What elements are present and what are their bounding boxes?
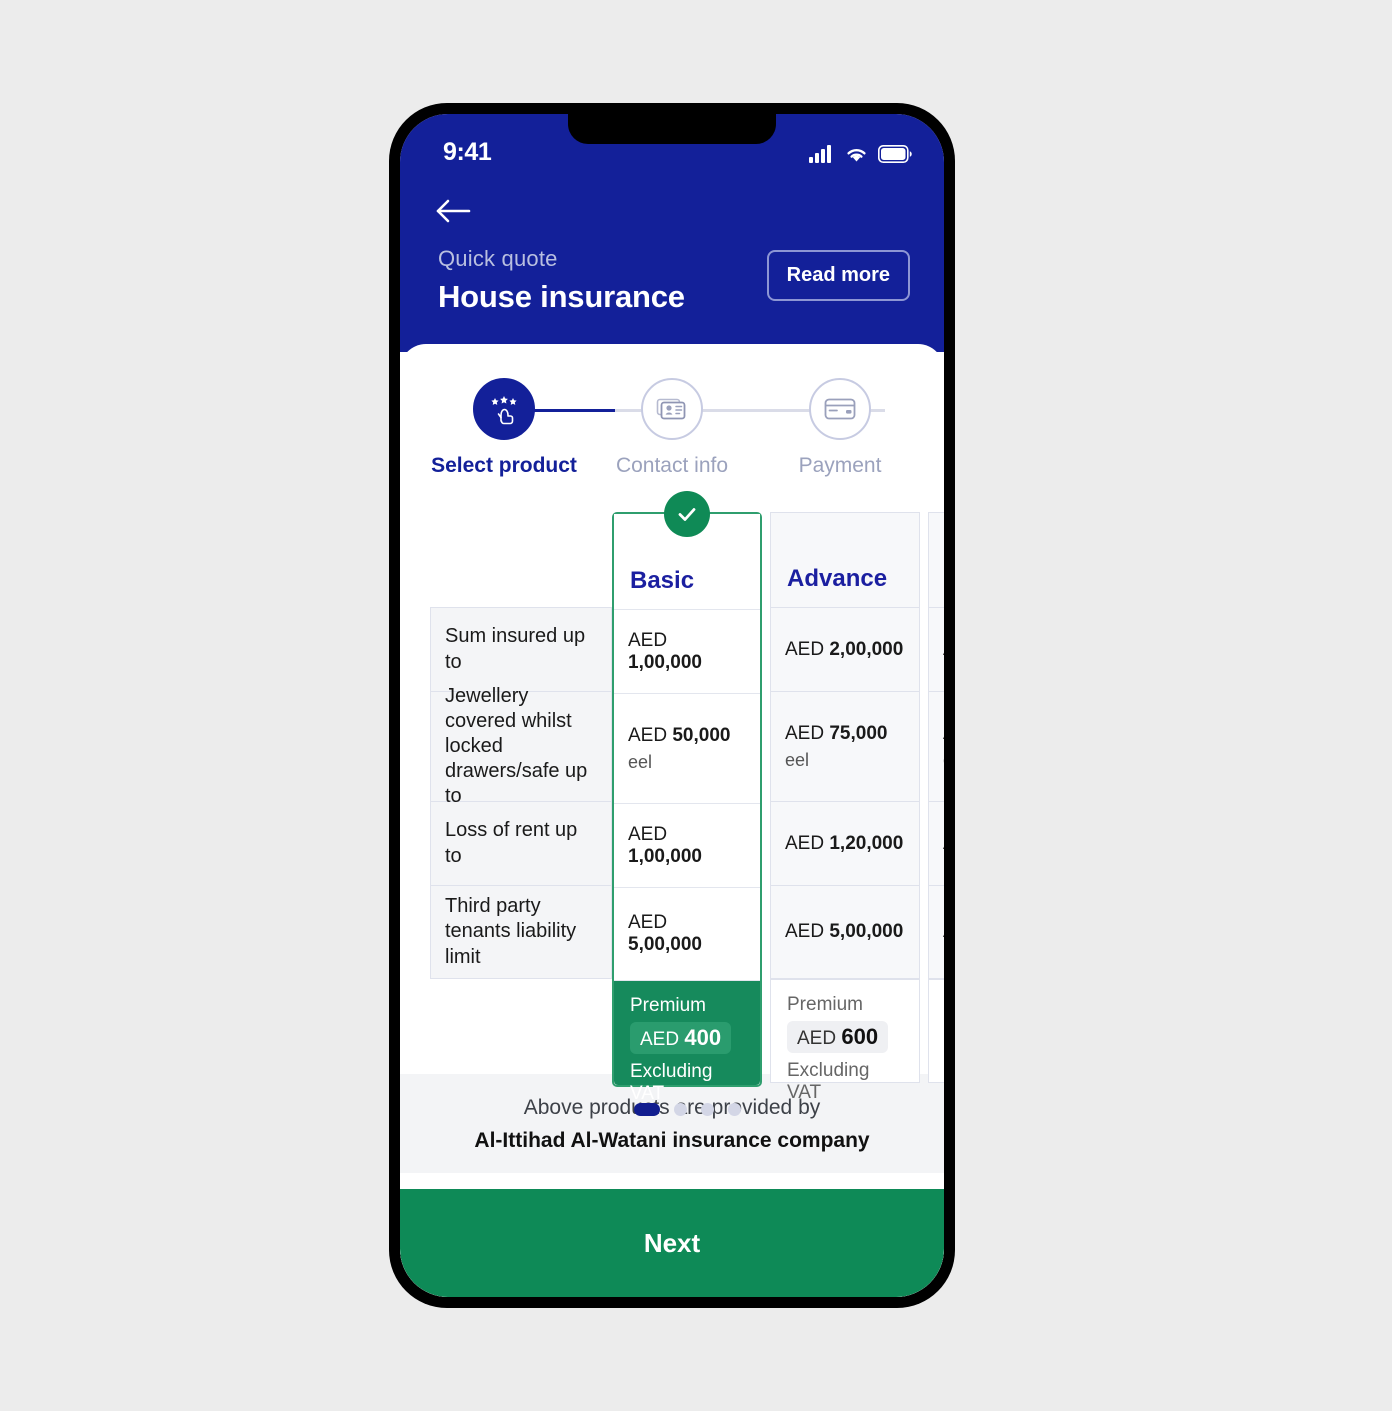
step-circle-1: [473, 378, 535, 440]
plan-column-premium-partial[interactable]: Pr AE AE ee AE AE: [928, 512, 944, 1083]
premium-vat-note: Excluding VAT: [787, 1060, 870, 1103]
signal-icon: [809, 144, 831, 163]
plan-cell: AE ee: [928, 691, 944, 801]
step-label-select-product: Select product: [431, 454, 577, 477]
check-circle-icon: [664, 491, 710, 537]
progress-stepper: Select product Contact info Payment: [400, 344, 944, 478]
next-button[interactable]: Next: [400, 1189, 944, 1297]
plan-name: Advance: [787, 565, 888, 592]
cell-currency: AED: [628, 823, 668, 845]
title-row: Quick quote House insurance Read more: [400, 229, 944, 315]
stepper-step-select-product[interactable]: Select product: [431, 378, 577, 478]
credit-card-icon: [824, 398, 856, 420]
quote-eyebrow: Quick quote: [438, 246, 558, 271]
plan-header-premium: Pr: [928, 512, 944, 607]
plan-header-advance: Advance: [770, 512, 920, 607]
plan-comparison-table: Sum insured up to Jewellery covered whil…: [400, 491, 944, 1116]
plan-cell: AED 1,00,000: [614, 803, 760, 887]
feature-label: Jewellery covered whilst locked drawers/…: [430, 685, 612, 807]
battery-icon: [878, 144, 912, 163]
premium-currency: AED: [640, 1029, 680, 1050]
cell-subtext: eel: [785, 749, 810, 770]
premium-amount: 400: [684, 1025, 722, 1050]
cell-amount: 50,000: [672, 724, 731, 746]
read-more-button[interactable]: Read more: [766, 250, 910, 302]
tap-stars-icon: [491, 396, 517, 425]
cell-currency: AE: [943, 639, 944, 660]
app-header: 9:41 Quick quote House insurance Read mo…: [400, 114, 944, 352]
plan-cell: AE: [928, 801, 944, 885]
step-circle-3: [809, 378, 871, 440]
feature-label: Sum insured up to: [430, 607, 612, 691]
cell-currency: AED: [785, 722, 825, 744]
cell-subtext: ee: [943, 750, 944, 771]
plan-column-advance[interactable]: Advance AED 2,00,000 AED 75,000 eel AED …: [770, 512, 920, 1103]
plan-cell: AED 1,20,000: [770, 801, 920, 885]
plan-table-scroll[interactable]: Sum insured up to Jewellery covered whil…: [430, 491, 944, 1104]
phone-frame: 9:41 Quick quote House insurance Read mo…: [389, 103, 955, 1308]
premium-price: AED 600: [787, 1021, 889, 1053]
cell-amount: 75,000: [829, 722, 888, 744]
status-time: 9:41: [443, 137, 492, 166]
content-card: Select product Contact info Payment Sum …: [400, 344, 944, 1297]
back-arrow-icon[interactable]: [436, 198, 472, 229]
cell-amount: 1,00,000: [628, 845, 702, 867]
plan-cell: AED 1,00,000: [614, 609, 760, 693]
plan-cell: AED 5,00,000: [614, 887, 760, 981]
plan-cell: AE: [928, 885, 944, 979]
plan-name: Basic: [630, 567, 695, 594]
phone-screen: 9:41 Quick quote House insurance Read mo…: [400, 114, 944, 1297]
cell-amount: 5,00,000: [829, 921, 904, 942]
plan-cell: AED 2,00,000: [770, 607, 920, 691]
plan-premium-basic: Premium AED 400 Excluding VAT: [614, 981, 760, 1104]
premium-label: Premium: [787, 994, 864, 1015]
premium-price: AED 400: [630, 1022, 732, 1054]
plan-cell: AED 50,000 eel: [614, 693, 760, 803]
phone-notch: [568, 114, 776, 144]
cell-currency: AED: [628, 629, 668, 651]
cell-amount: 5,00,000: [628, 934, 702, 955]
plan-cell: AE: [928, 607, 944, 691]
cell-amount: 1,20,000: [829, 832, 904, 854]
id-cards-icon: [656, 398, 686, 420]
cell-amount: 1,00,000: [628, 651, 702, 673]
plan-premium-partial: Pr A Ex: [928, 979, 944, 1083]
stepper-step-payment[interactable]: Payment: [774, 378, 906, 478]
premium-label: Premium: [630, 995, 707, 1016]
premium-currency: AED: [797, 1028, 837, 1049]
plan-premium-advance: Premium AED 600 Excluding VAT: [770, 979, 920, 1103]
cell-currency: AED: [628, 724, 668, 746]
premium-amount: 600: [841, 1024, 879, 1049]
back-row: [400, 176, 944, 229]
status-icons: [809, 142, 912, 163]
step-label-contact-info: Contact info: [615, 454, 729, 477]
cell-currency: AED: [785, 638, 825, 660]
cell-currency: AE: [943, 921, 944, 942]
page-title: House insurance: [438, 279, 685, 315]
cell-currency: AE: [943, 723, 944, 744]
step-circle-2: [641, 378, 703, 440]
cell-currency: AED: [785, 832, 825, 854]
provider-name: Al-Ittihad Al-Watani insurance company: [474, 1129, 870, 1152]
plan-cell: AED 5,00,000: [770, 885, 920, 979]
cell-currency: AE: [943, 833, 944, 854]
cell-subtext: eel: [628, 751, 653, 772]
step-label-payment: Payment: [798, 454, 882, 477]
plan-column-basic[interactable]: Basic AED 1,00,000 AED 50,000 eel AED 1,…: [612, 491, 762, 1104]
feature-label-column: Sum insured up to Jewellery covered whil…: [430, 512, 612, 979]
feature-label: Third party tenants liability limit: [430, 885, 612, 979]
cell-currency: AED: [785, 921, 825, 942]
wifi-icon: [847, 148, 866, 161]
feature-label: Loss of rent up to: [430, 801, 612, 885]
title-block: Quick quote House insurance: [438, 246, 685, 315]
premium-vat-note: Excluding VAT: [630, 1061, 713, 1104]
plan-cell: AED 75,000 eel: [770, 691, 920, 801]
cell-amount: 2,00,000: [829, 638, 904, 660]
cell-currency: AED: [628, 912, 668, 933]
stepper-step-contact-info[interactable]: Contact info: [606, 378, 738, 478]
